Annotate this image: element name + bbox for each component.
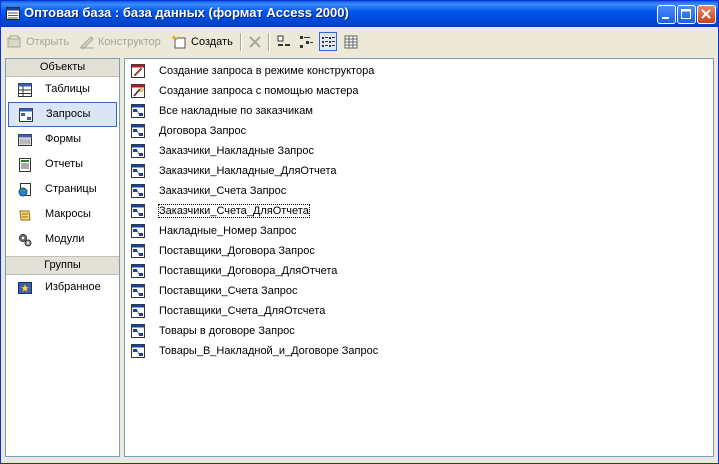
- query-icon: [131, 123, 145, 138]
- list-item[interactable]: Накладные_Номер Запрос: [131, 222, 297, 239]
- minimize-icon: [662, 17, 669, 19]
- list-item[interactable]: Поставщики_Счета Запрос: [131, 282, 298, 299]
- report-icon: [19, 158, 31, 172]
- sidebar-item-label: Страницы: [45, 183, 97, 195]
- list-item[interactable]: Поставщики_Договора_ДляОтчета: [131, 262, 337, 279]
- large-icons-icon: [277, 35, 290, 46]
- delete-icon: [249, 35, 261, 48]
- database-window: Оптовая база : база данных (формат Acces…: [0, 0, 719, 464]
- list-item-create-with-wizard[interactable]: Создание запроса с помощью мастера: [131, 82, 359, 99]
- sidebar-item-label: Модули: [45, 233, 85, 245]
- query-icon: [131, 243, 145, 258]
- maximize-button[interactable]: [677, 5, 696, 24]
- query-icon: [131, 303, 145, 318]
- small-icons-icon: [300, 35, 313, 48]
- page-icon: [18, 183, 31, 197]
- create-label: Создать: [191, 36, 233, 48]
- open-label: Открыть: [26, 36, 70, 48]
- query-icon: [131, 283, 145, 298]
- small-icons-view-button[interactable]: [297, 32, 315, 51]
- table-icon: [18, 83, 32, 97]
- open-button[interactable]: Открыть: [7, 32, 69, 52]
- toolbar-separator: [268, 33, 270, 51]
- sidebar-item-label: Отчеты: [45, 158, 84, 170]
- create-button[interactable]: Создать: [172, 32, 233, 52]
- sidebar-item-pages[interactable]: Страницы: [6, 177, 119, 202]
- toolbar: Открыть Конструктор Создать: [1, 28, 718, 55]
- query-icon: [131, 263, 145, 278]
- design-wizard-icon: [131, 63, 145, 78]
- maximize-icon: [681, 9, 691, 19]
- sidebar-item-forms[interactable]: Формы: [6, 127, 119, 152]
- minimize-button[interactable]: [657, 5, 676, 24]
- open-icon: [7, 35, 21, 48]
- list-view-button[interactable]: [319, 32, 337, 51]
- sidebar-item-modules[interactable]: Модули: [6, 227, 119, 252]
- objects-group-header[interactable]: Объекты: [6, 59, 119, 77]
- query-icon: [131, 343, 145, 358]
- list-item-focused[interactable]: Заказчики_Счета_ДляОтчета: [131, 202, 310, 219]
- query-icon: [131, 203, 145, 218]
- toolbar-separator: [240, 33, 242, 51]
- list-item[interactable]: Товары_В_Накладной_и_Договоре Запрос: [131, 342, 378, 359]
- design-button[interactable]: Конструктор: [79, 32, 161, 52]
- title-bar[interactable]: Оптовая база : база данных (формат Acces…: [1, 1, 718, 27]
- objects-pane: Объекты Таблицы Запросы Формы Отчеты Стр…: [5, 58, 120, 457]
- sidebar-item-macros[interactable]: Макросы: [6, 202, 119, 227]
- close-icon: [701, 9, 711, 19]
- sidebar-item-favorites[interactable]: Избранное: [6, 275, 119, 300]
- wizard-icon: [131, 83, 145, 98]
- query-icon: [131, 163, 145, 178]
- list-item[interactable]: Заказчики_Счета Запрос: [131, 182, 286, 199]
- new-object-icon: [172, 35, 186, 49]
- query-list-pane: Создание запроса в режиме конструктора С…: [124, 58, 714, 457]
- query-icon: [131, 143, 145, 158]
- list-item[interactable]: Поставщики_Договора Запрос: [131, 242, 315, 259]
- sidebar-item-label: Таблицы: [45, 83, 90, 95]
- design-ruler-icon: [80, 36, 94, 49]
- sidebar-item-queries[interactable]: Запросы: [8, 102, 117, 127]
- list-item[interactable]: Договора Запрос: [131, 122, 246, 139]
- query-icon: [19, 108, 33, 122]
- favorites-icon: [18, 282, 32, 294]
- details-view-icon: [344, 35, 358, 48]
- list-item[interactable]: Заказчики_Накладные Запрос: [131, 142, 314, 159]
- list-item[interactable]: Все накладные по заказчикам: [131, 102, 313, 119]
- delete-button[interactable]: [246, 32, 264, 51]
- module-icon: [19, 234, 32, 247]
- details-view-button[interactable]: [342, 32, 360, 51]
- sidebar-item-label: Формы: [45, 133, 82, 145]
- query-icon: [131, 183, 145, 198]
- sidebar-item-label: Макросы: [45, 208, 91, 220]
- form-icon: [18, 134, 32, 146]
- list-view-icon: [322, 36, 335, 47]
- database-window-icon[interactable]: [6, 7, 20, 20]
- large-icons-view-button[interactable]: [275, 32, 293, 51]
- sidebar-item-label: Избранное: [45, 281, 101, 293]
- sidebar-item-reports[interactable]: Отчеты: [6, 152, 119, 177]
- query-icon: [131, 323, 145, 338]
- list-item[interactable]: Товары в договоре Запрос: [131, 322, 295, 339]
- query-icon: [131, 103, 145, 118]
- sidebar-item-label: Запросы: [46, 108, 91, 120]
- groups-group-header[interactable]: Группы: [6, 256, 119, 275]
- sidebar-item-tables[interactable]: Таблицы: [6, 77, 119, 102]
- list-item[interactable]: Поставщики_Счета_ДляОтсчета: [131, 302, 325, 319]
- design-label: Конструктор: [98, 36, 161, 48]
- list-item-create-in-design[interactable]: Создание запроса в режиме конструктора: [131, 62, 374, 79]
- query-icon: [131, 223, 145, 238]
- window-title: Оптовая база : база данных (формат Acces…: [24, 5, 349, 20]
- close-button[interactable]: [697, 5, 716, 24]
- list-item[interactable]: Заказчики_Накладные_ДляОтчета: [131, 162, 337, 179]
- macro-icon: [19, 210, 31, 221]
